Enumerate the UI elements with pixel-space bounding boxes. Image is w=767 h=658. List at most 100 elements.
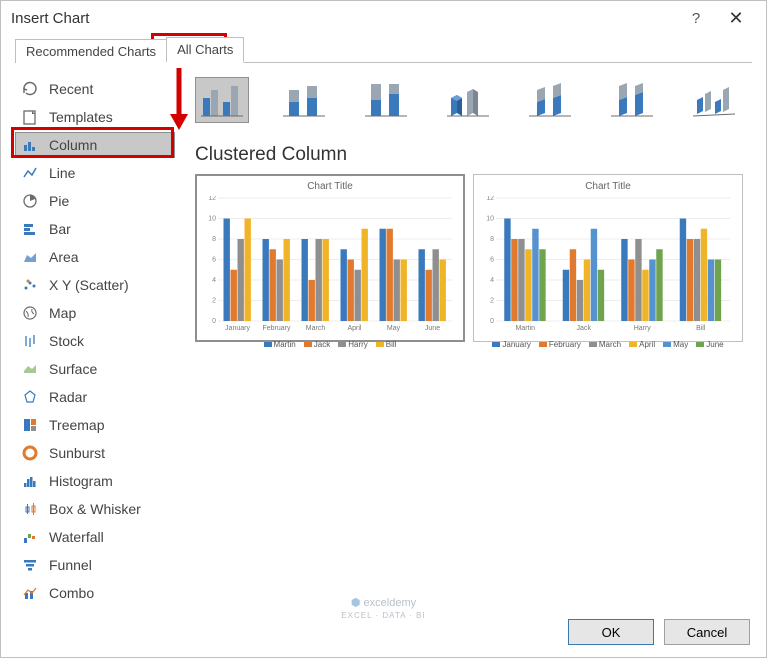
sidebar-item-label: Map xyxy=(49,305,76,321)
help-button[interactable]: ? xyxy=(676,10,716,27)
chart-subtype-panel: Clustered Column Chart Title 024681012Ja… xyxy=(175,72,752,607)
map-icon xyxy=(21,304,39,322)
svg-text:May: May xyxy=(387,325,401,332)
chart-title: Chart Title xyxy=(204,181,456,192)
svg-text:12: 12 xyxy=(208,196,216,202)
subtype-3d-column[interactable] xyxy=(687,77,741,123)
subtype-clustered-column[interactable] xyxy=(195,77,249,123)
sidebar-item-histogram[interactable]: Histogram xyxy=(15,468,175,494)
svg-text:2: 2 xyxy=(212,298,216,305)
sidebar-item-radar[interactable]: Radar xyxy=(15,384,175,410)
chart-preview-row: Chart Title 0 2 4 6 8 10 12 January February Marc… xyxy=(195,174,752,342)
sidebar-item-label: Combo xyxy=(49,585,94,601)
recent-icon xyxy=(21,80,39,98)
dialog-title: Insert Chart xyxy=(11,10,676,27)
sidebar-item-column[interactable]: Column xyxy=(15,132,175,158)
svg-text:0: 0 xyxy=(212,318,216,325)
tab-strip: Recommended Charts All Charts xyxy=(1,37,766,63)
titlebar: Insert Chart ? ✕ xyxy=(1,1,766,37)
sidebar-item-templates[interactable]: Templates xyxy=(15,104,175,130)
sidebar-item-sunburst[interactable]: Sunburst xyxy=(15,440,175,466)
sidebar-item-label: Box & Whisker xyxy=(49,501,141,517)
svg-text:4: 4 xyxy=(490,277,494,284)
cancel-button[interactable]: Cancel xyxy=(664,619,750,645)
subtype-3d-stacked-column[interactable] xyxy=(523,77,577,123)
boxwhisker-icon xyxy=(21,500,39,518)
sidebar-item-stock[interactable]: Stock xyxy=(15,328,175,354)
radar-icon xyxy=(21,388,39,406)
waterfall-icon xyxy=(21,528,39,546)
sidebar-item-label: Stock xyxy=(49,333,84,349)
sidebar-item-scatter[interactable]: X Y (Scatter) xyxy=(15,272,175,298)
chart-subtype-row xyxy=(195,72,752,128)
surface-icon xyxy=(21,360,39,378)
svg-text:6: 6 xyxy=(212,257,216,264)
sidebar-item-label: Radar xyxy=(49,389,87,405)
subtype-stacked100-column[interactable] xyxy=(359,77,413,123)
sidebar-item-label: Recent xyxy=(49,81,93,97)
svg-text:10: 10 xyxy=(486,216,494,223)
svg-text:June: June xyxy=(425,325,440,332)
funnel-icon xyxy=(21,556,39,574)
svg-text:Harry: Harry xyxy=(634,325,652,332)
chart-preview-by-person[interactable]: Chart Title 024681012MartinJackHarryBill… xyxy=(473,174,743,342)
svg-text:Bill: Bill xyxy=(696,325,706,332)
scatter-icon xyxy=(21,276,39,294)
svg-text:Martin: Martin xyxy=(516,325,536,332)
svg-text:2: 2 xyxy=(490,298,494,305)
insert-chart-dialog: Insert Chart ? ✕ Recommended Charts All … xyxy=(0,0,767,658)
subtype-stacked-column[interactable] xyxy=(277,77,331,123)
chart-canvas: 024681012MartinJackHarryBill xyxy=(482,196,734,338)
sidebar-item-label: Histogram xyxy=(49,473,113,489)
sidebar-item-treemap[interactable]: Treemap xyxy=(15,412,175,438)
svg-text:April: April xyxy=(347,325,361,332)
svg-text:March: March xyxy=(306,325,326,332)
sidebar-item-label: Column xyxy=(49,137,97,153)
sidebar-item-label: Area xyxy=(49,249,79,265)
combo-icon xyxy=(21,584,39,602)
column-icon xyxy=(21,136,39,154)
sidebar-item-waterfall[interactable]: Waterfall xyxy=(15,524,175,550)
sidebar-item-map[interactable]: Map xyxy=(15,300,175,326)
sidebar-item-label: Surface xyxy=(49,361,97,377)
sidebar-item-surface[interactable]: Surface xyxy=(15,356,175,382)
sidebar-item-recent[interactable]: Recent xyxy=(15,76,175,102)
svg-text:4: 4 xyxy=(212,277,216,284)
sidebar-item-label: Templates xyxy=(49,109,113,125)
tab-all-charts[interactable]: All Charts xyxy=(166,37,244,63)
chart-preview-by-month[interactable]: Chart Title 024681012JanuaryFebruaryMarc… xyxy=(195,174,465,342)
sidebar-item-label: Bar xyxy=(49,221,71,237)
sidebar-item-combo[interactable]: Combo xyxy=(15,580,175,606)
sidebar-item-bar[interactable]: Bar xyxy=(15,216,175,242)
tab-recommended-charts[interactable]: Recommended Charts xyxy=(15,39,166,63)
sunburst-icon xyxy=(21,444,39,462)
area-icon xyxy=(21,248,39,266)
histogram-icon xyxy=(21,472,39,490)
svg-text:12: 12 xyxy=(486,196,494,202)
sidebar-item-label: Waterfall xyxy=(49,529,104,545)
sidebar-item-label: Line xyxy=(49,165,75,181)
svg-text:February: February xyxy=(262,325,291,332)
dialog-content: Recent Templates Column Line Pie Bar xyxy=(1,64,766,607)
sidebar-item-area[interactable]: Area xyxy=(15,244,175,270)
chart-canvas: 024681012JanuaryFebruaryMarchAprilMayJun… xyxy=(204,196,456,338)
close-button[interactable]: ✕ xyxy=(716,8,756,29)
svg-text:January: January xyxy=(225,325,250,332)
chart-legend: JanuaryFebruaryMarchAprilMayJune xyxy=(482,340,734,349)
sidebar-item-pie[interactable]: Pie xyxy=(15,188,175,214)
subtype-3d-clustered-column[interactable] xyxy=(441,77,495,123)
sidebar-item-boxwhisker[interactable]: Box & Whisker xyxy=(15,496,175,522)
sidebar-item-label: Treemap xyxy=(49,417,105,433)
treemap-icon xyxy=(21,416,39,434)
svg-text:8: 8 xyxy=(212,236,216,243)
sidebar-item-funnel[interactable]: Funnel xyxy=(15,552,175,578)
sidebar-item-label: Funnel xyxy=(49,557,92,573)
ok-button[interactable]: OK xyxy=(568,619,654,645)
sidebar-item-line[interactable]: Line xyxy=(15,160,175,186)
templates-icon xyxy=(21,108,39,126)
subtype-3d-stacked100-column[interactable] xyxy=(605,77,659,123)
line-icon xyxy=(21,164,39,182)
svg-text:8: 8 xyxy=(490,236,494,243)
dialog-footer: OK Cancel xyxy=(1,607,766,657)
svg-text:6: 6 xyxy=(490,257,494,264)
